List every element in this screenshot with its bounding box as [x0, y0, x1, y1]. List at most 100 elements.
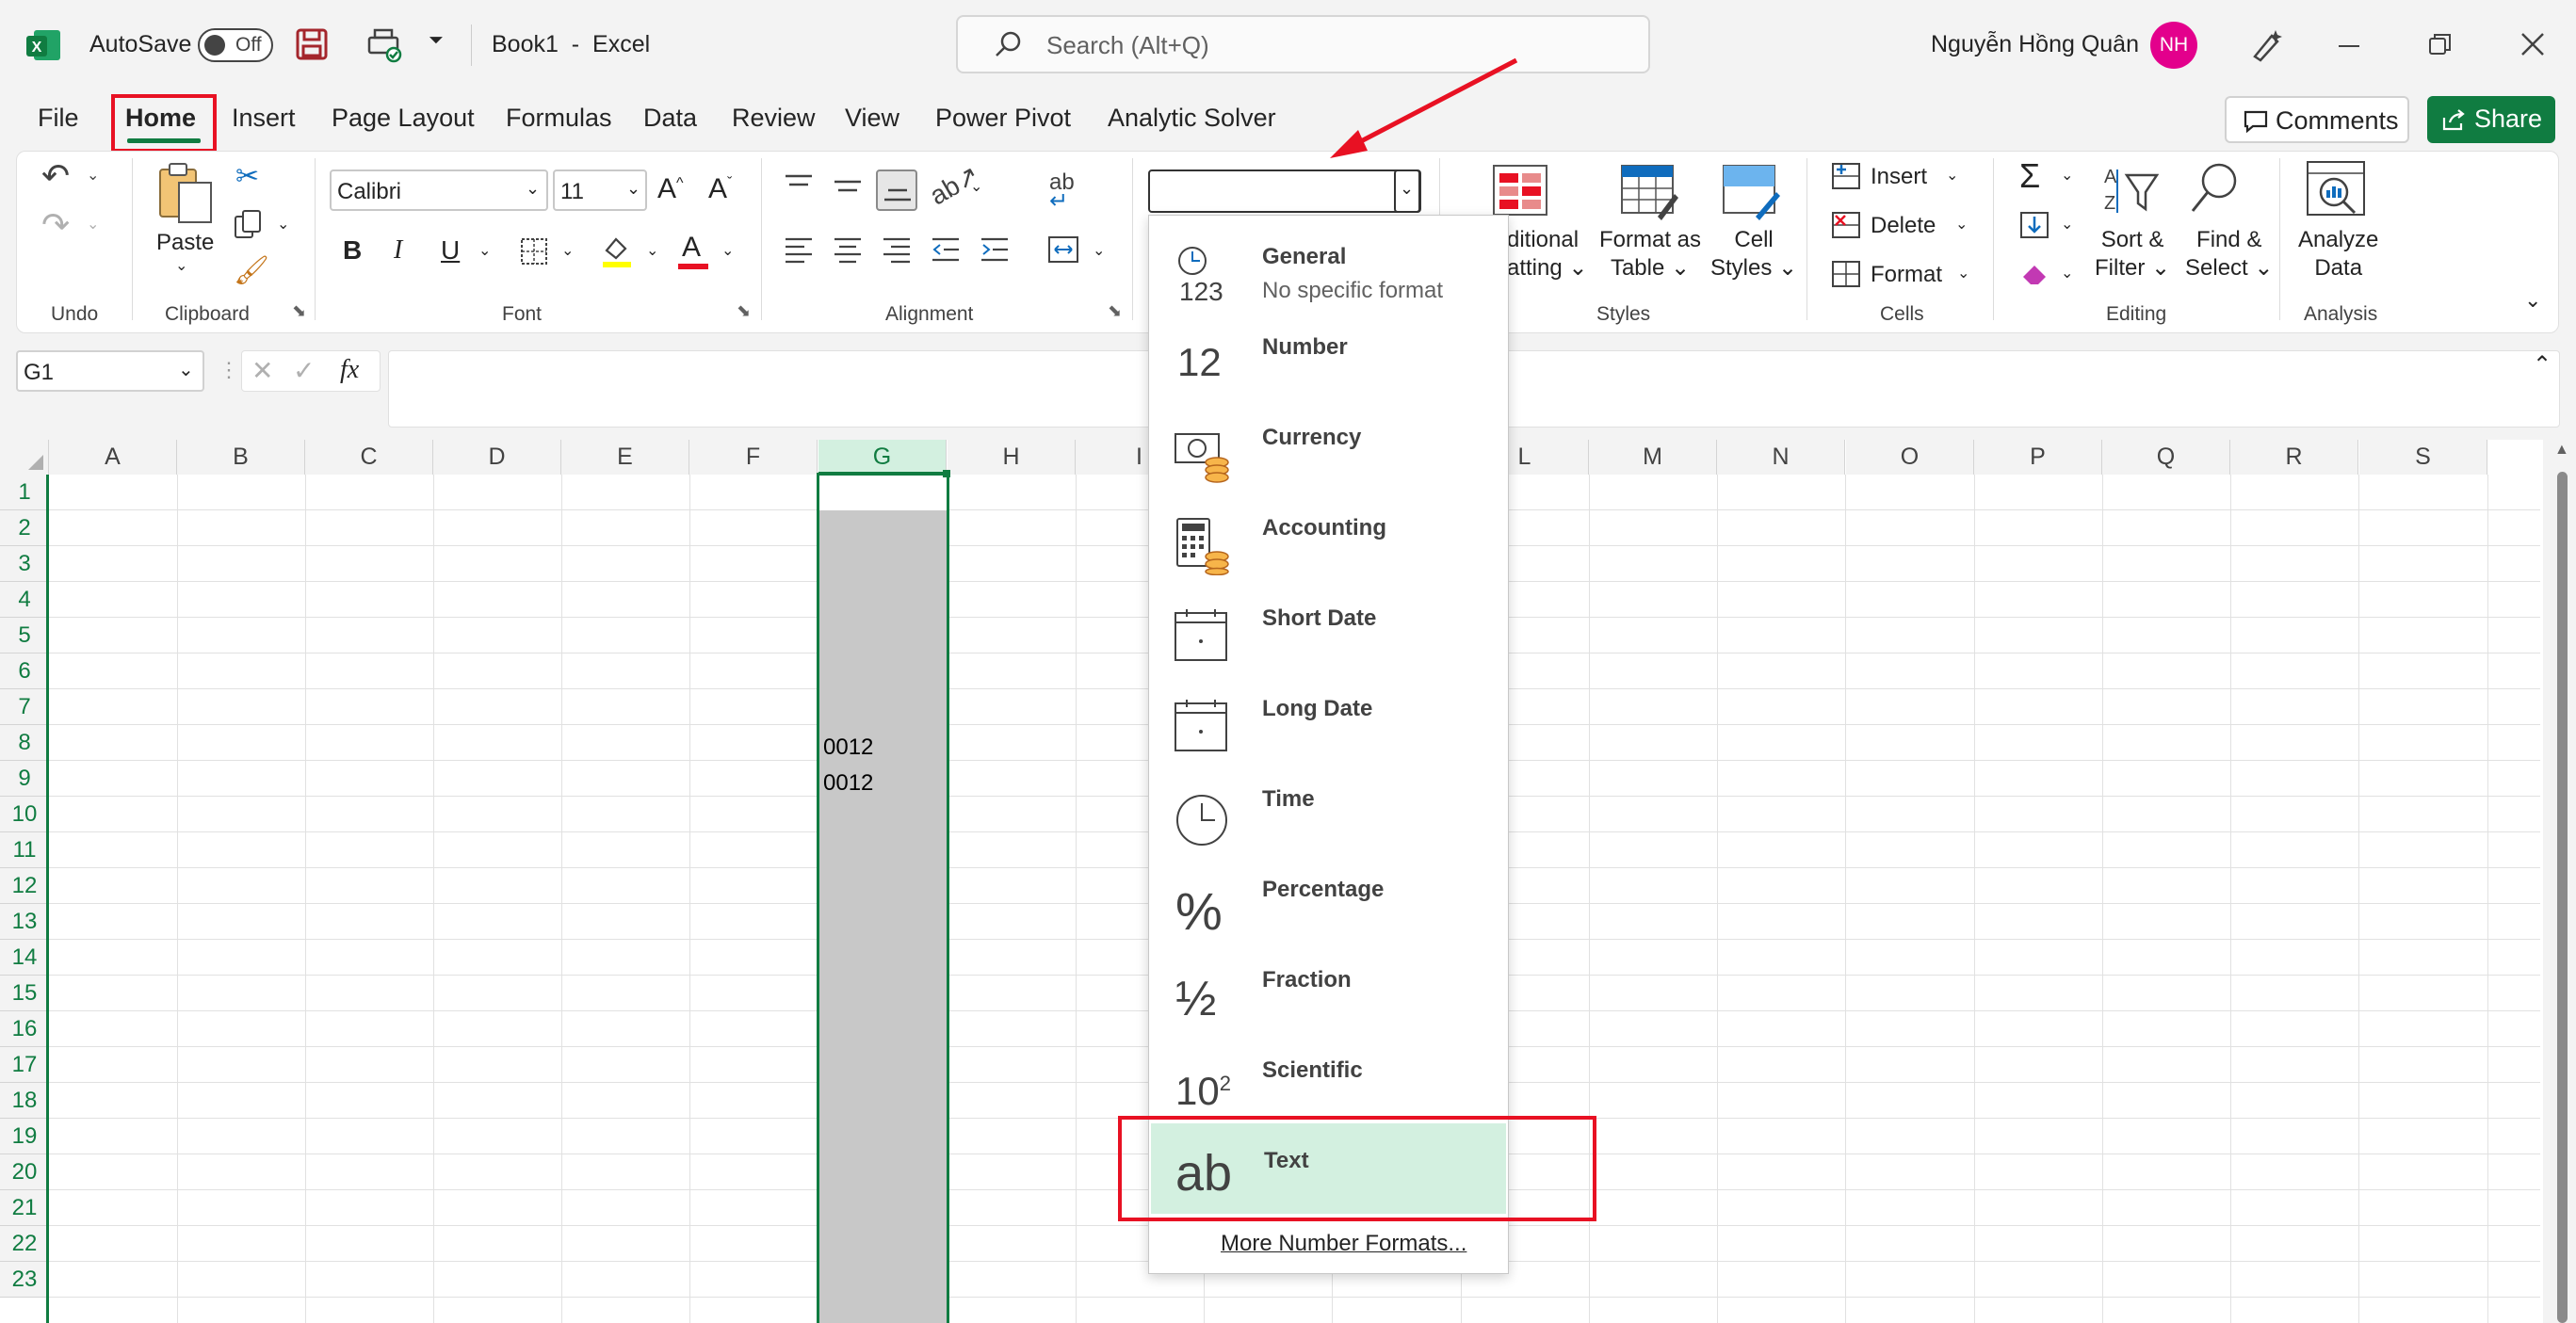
font-size-select[interactable]: 11 ⌄	[553, 169, 647, 211]
font-name-select[interactable]: Calibri ⌄	[330, 169, 548, 211]
cell-g9[interactable]: 0012	[823, 770, 873, 797]
conditional-formatting-label[interactable]: ditional atting ⌄	[1507, 226, 1588, 282]
fill-color-icon[interactable]	[601, 234, 633, 269]
fill-handle[interactable]	[943, 470, 950, 477]
decrease-indent-icon[interactable]	[931, 235, 961, 264]
borders-icon[interactable]	[520, 237, 548, 266]
tab-view[interactable]: View	[845, 104, 899, 133]
format-fraction[interactable]: ½ Fraction	[1149, 948, 1508, 1039]
column-header-e[interactable]: E	[561, 440, 689, 475]
merge-dropdown-icon[interactable]: ⌄	[1093, 241, 1105, 260]
format-as-table-label[interactable]: Format as Table ⌄	[1599, 226, 1701, 282]
restore-icon[interactable]	[2428, 32, 2453, 56]
column-header-f[interactable]: F	[689, 440, 818, 475]
tab-file[interactable]: File	[38, 104, 79, 133]
delete-cells-label[interactable]: Delete	[1871, 213, 1936, 239]
format-time[interactable]: Time	[1149, 767, 1508, 858]
column-header-c[interactable]: C	[305, 440, 433, 475]
delete-dropdown-icon[interactable]: ⌄	[1955, 215, 1968, 234]
cell-styles-label[interactable]: Cell Styles ⌄	[1710, 226, 1797, 282]
analyze-data-label[interactable]: Analyze Data	[2298, 226, 2378, 282]
increase-indent-icon[interactable]	[980, 235, 1010, 264]
format-general[interactable]: 123 General No specific format	[1149, 225, 1508, 315]
cut-icon[interactable]: ✂	[235, 160, 259, 193]
share-button[interactable]: Share	[2427, 96, 2555, 143]
decrease-font-size-icon[interactable]: Aˇ	[708, 173, 732, 205]
insert-dropdown-icon[interactable]: ⌄	[1946, 166, 1958, 185]
font-launcher-icon[interactable]: ⬊	[737, 301, 751, 321]
designer-pen-icon[interactable]	[2247, 26, 2285, 64]
column-header-r[interactable]: R	[2230, 440, 2358, 475]
align-center-icon[interactable]	[833, 235, 863, 264]
clear-eraser-icon[interactable]	[2019, 260, 2051, 288]
delete-cells-icon[interactable]	[1831, 211, 1861, 239]
column-header-h[interactable]: H	[948, 440, 1076, 475]
save-icon[interactable]	[296, 28, 328, 60]
insert-cells-icon[interactable]	[1831, 162, 1861, 190]
customize-qat-icon[interactable]: ⏷	[429, 30, 444, 52]
font-color-dropdown-icon[interactable]: ⌄	[721, 241, 734, 260]
comments-button[interactable]: Comments	[2225, 96, 2409, 143]
column-header-s[interactable]: S	[2359, 440, 2487, 475]
cancel-icon[interactable]: ✕	[251, 355, 273, 386]
find-select-icon[interactable]	[2189, 160, 2240, 217]
cell-g8[interactable]: 0012	[823, 734, 873, 761]
format-dropdown-icon[interactable]: ⌄	[1957, 264, 1969, 282]
top-align-icon[interactable]	[784, 173, 814, 200]
clear-dropdown-icon[interactable]: ⌄	[2061, 264, 2073, 282]
tab-insert[interactable]: Insert	[232, 104, 296, 133]
search-input[interactable]: Search (Alt+Q)	[956, 15, 1650, 73]
number-format-input[interactable]	[1148, 169, 1421, 213]
redo-dropdown-icon[interactable]: ⌄	[87, 215, 99, 234]
paste-dropdown-icon[interactable]: ⌄	[175, 256, 187, 275]
wrap-text-icon[interactable]: ab ↵	[1049, 171, 1075, 213]
format-cells-icon[interactable]	[1831, 260, 1861, 288]
orientation-dropdown-icon[interactable]: ⌄	[970, 177, 982, 196]
column-header-d[interactable]: D	[433, 440, 561, 475]
format-cells-label[interactable]: Format	[1871, 262, 1942, 288]
copy-dropdown-icon[interactable]: ⌄	[277, 215, 289, 234]
middle-align-icon[interactable]	[833, 173, 863, 200]
format-as-table-icon[interactable]	[1620, 164, 1678, 220]
tab-formulas[interactable]: Formulas	[506, 104, 612, 133]
tab-analytic-solver[interactable]: Analytic Solver	[1108, 104, 1276, 133]
redo-icon[interactable]: ↷	[41, 205, 70, 245]
merge-center-icon[interactable]	[1047, 235, 1079, 264]
column-header-g[interactable]: G	[818, 440, 947, 475]
formula-bar-grip-icon[interactable]: ⋮	[219, 358, 239, 382]
underline-button[interactable]: U	[441, 235, 460, 266]
number-format-dropdown-button[interactable]: ⌄	[1394, 169, 1420, 213]
insert-function-icon[interactable]: fx	[340, 355, 359, 385]
scroll-up-icon[interactable]: ▲	[2554, 442, 2569, 459]
underline-dropdown-icon[interactable]: ⌄	[478, 241, 491, 260]
format-long-date[interactable]: Long Date	[1149, 677, 1508, 767]
sort-filter-label[interactable]: Sort & Filter ⌄	[2095, 226, 2170, 282]
column-header-o[interactable]: O	[1846, 440, 1974, 475]
find-select-label[interactable]: Find & Select ⌄	[2185, 226, 2273, 282]
bold-button[interactable]: B	[343, 235, 362, 266]
clipboard-launcher-icon[interactable]: ⬊	[292, 301, 306, 321]
name-box[interactable]: G1 ⌄	[16, 350, 204, 392]
format-currency[interactable]: Currency	[1149, 406, 1508, 496]
insert-cells-label[interactable]: Insert	[1871, 164, 1927, 190]
paste-icon[interactable]	[156, 160, 217, 226]
column-header-p[interactable]: P	[1974, 440, 2102, 475]
vertical-scrollbar[interactable]: ▲	[2549, 440, 2576, 1323]
tab-page-layout[interactable]: Page Layout	[332, 104, 475, 133]
autosave-toggle[interactable]: Off	[198, 28, 273, 62]
scrollbar-thumb[interactable]	[2557, 472, 2568, 1323]
column-header-b[interactable]: B	[177, 440, 305, 475]
column-header-m[interactable]: M	[1589, 440, 1717, 475]
column-header-n[interactable]: N	[1717, 440, 1845, 475]
alignment-launcher-icon[interactable]: ⬊	[1108, 301, 1122, 321]
format-short-date[interactable]: Short Date	[1149, 587, 1508, 677]
tab-review[interactable]: Review	[732, 104, 816, 133]
fill-icon[interactable]	[2019, 211, 2049, 239]
italic-button[interactable]: I	[394, 235, 402, 266]
font-color-icon[interactable]: A	[682, 232, 701, 264]
undo-icon[interactable]: ↶	[41, 156, 70, 196]
fill-color-dropdown-icon[interactable]: ⌄	[646, 241, 658, 260]
format-accounting[interactable]: Accounting	[1149, 496, 1508, 587]
undo-dropdown-icon[interactable]: ⌄	[87, 166, 99, 185]
format-number[interactable]: 12 Number	[1149, 315, 1508, 406]
